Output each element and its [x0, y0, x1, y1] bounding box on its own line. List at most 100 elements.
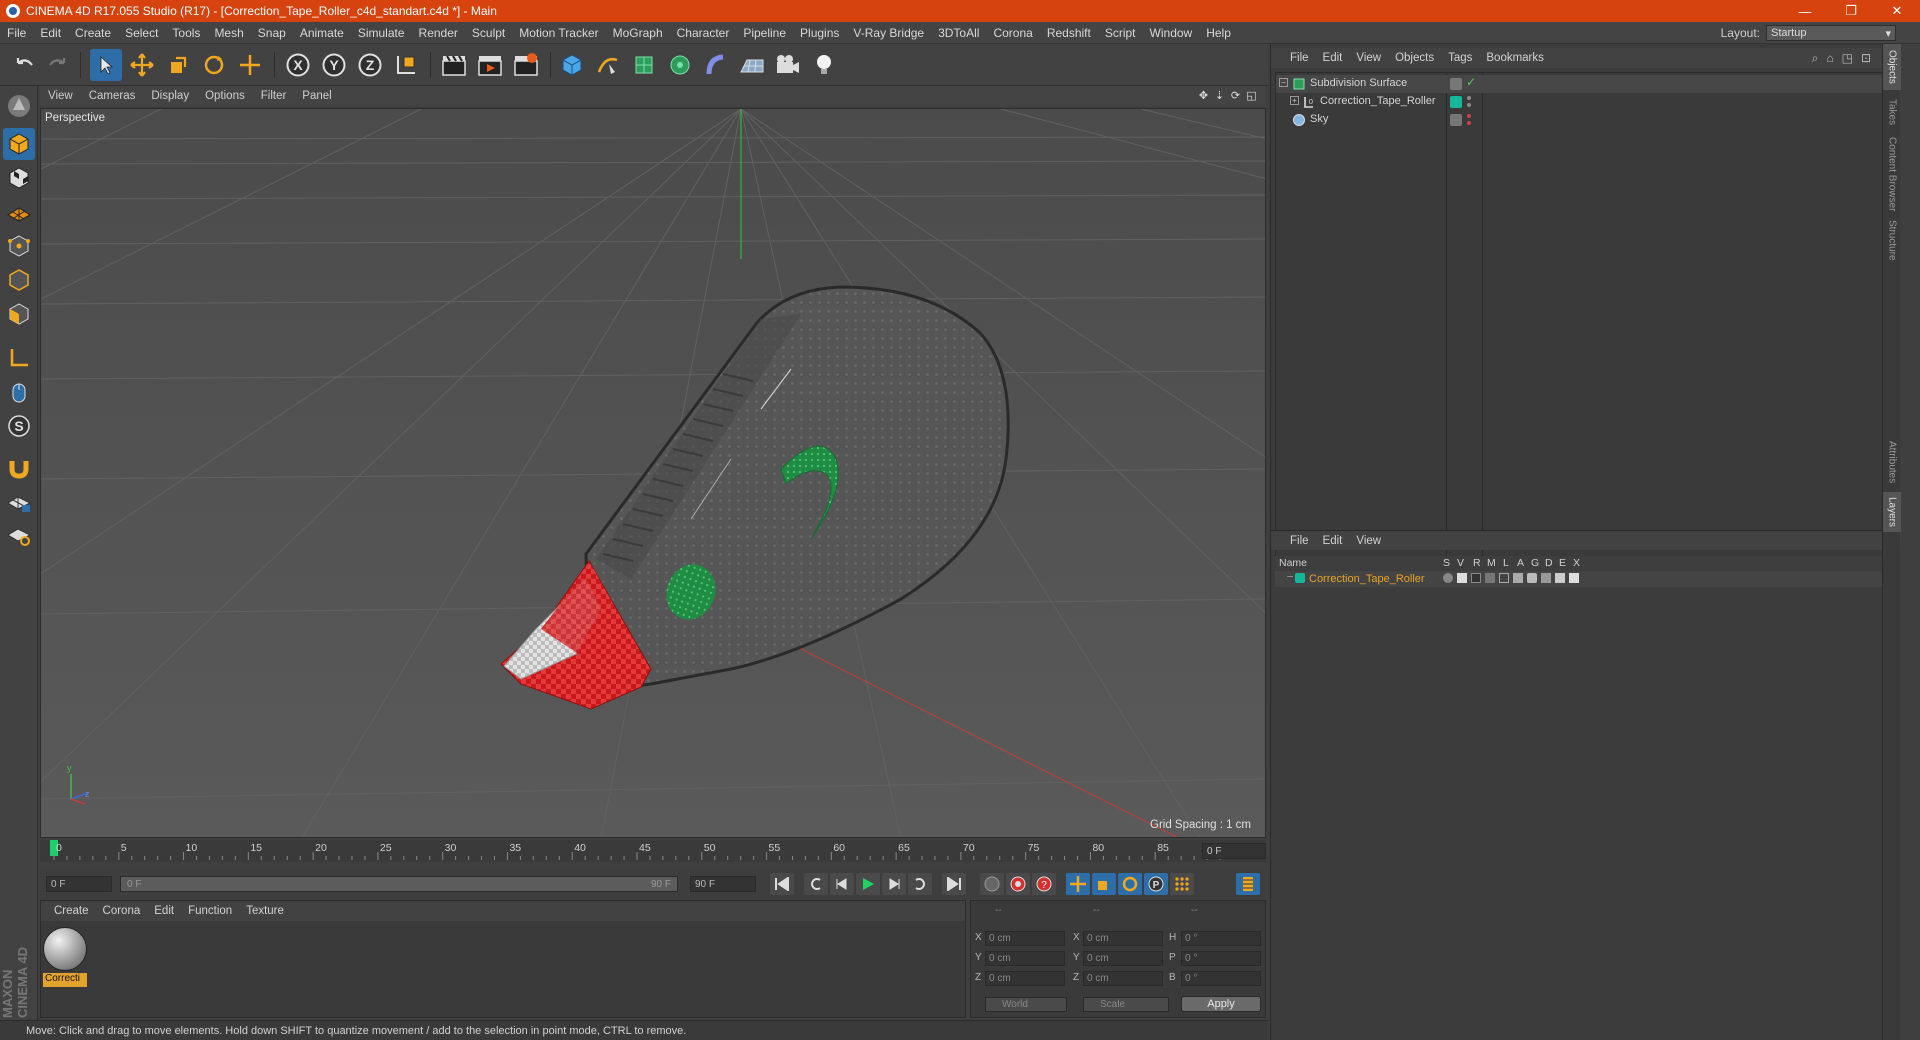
material-name-label[interactable]: Correcti	[43, 973, 87, 987]
object-menu-tags[interactable]: Tags	[1441, 52, 1479, 64]
viewport-menu-display[interactable]: Display	[143, 90, 197, 102]
menu-help[interactable]: Help	[1199, 26, 1238, 40]
layer-name[interactable]: Correction_Tape_Roller	[1309, 573, 1425, 585]
size-x-field[interactable]: 0 cm	[1083, 931, 1163, 946]
previous-frame-button[interactable]	[830, 873, 854, 895]
cloner-button[interactable]	[664, 49, 696, 81]
menu-character[interactable]: Character	[670, 26, 737, 40]
key-rotation-toggle[interactable]	[1118, 873, 1142, 895]
deformer-icon[interactable]	[1541, 573, 1551, 583]
layer-color-swatch[interactable]	[1295, 573, 1305, 583]
pan-icon[interactable]: ✥	[1197, 89, 1210, 102]
render-to-picture-viewer-button[interactable]	[474, 49, 506, 81]
workplane-mode-button[interactable]	[3, 196, 35, 228]
menu-mograph[interactable]: MoGraph	[606, 26, 670, 40]
menu-vray-bridge[interactable]: V-Ray Bridge	[846, 26, 931, 40]
position-z-field[interactable]: 0 cm	[985, 971, 1065, 986]
scale-tool-button[interactable]	[162, 49, 194, 81]
points-mode-button[interactable]	[3, 230, 35, 262]
play-button[interactable]	[856, 873, 880, 895]
layer-color-tag[interactable]	[1450, 96, 1462, 108]
floor-button[interactable]	[736, 49, 768, 81]
viewport-menu-options[interactable]: Options	[197, 90, 253, 102]
locked-workplane-button[interactable]	[3, 486, 35, 518]
go-to-start-button[interactable]	[770, 873, 794, 895]
tab-content-browser[interactable]: Content Browser	[1883, 134, 1901, 214]
polygons-mode-button[interactable]	[3, 298, 35, 330]
maximize-viewport-icon[interactable]: ◱	[1245, 89, 1258, 102]
position-y-field[interactable]: 0 cm	[985, 951, 1065, 966]
perspective-viewport[interactable]: y z Perspective Grid Spacing : 1 cm	[40, 108, 1266, 838]
material-thumbnail[interactable]	[43, 927, 87, 971]
layout-dropdown[interactable]: Startup ▾	[1766, 25, 1896, 41]
record-keys-toggle[interactable]	[980, 873, 1004, 895]
magnet-button[interactable]	[3, 452, 35, 484]
x-axis-lock-button[interactable]: X	[282, 49, 314, 81]
zoom-icon[interactable]: ⇣	[1213, 89, 1226, 102]
object-menu-objects[interactable]: Objects	[1388, 52, 1441, 64]
menu-select[interactable]: Select	[118, 26, 165, 40]
home-icon[interactable]: ⌂	[1826, 51, 1833, 66]
menu-edit[interactable]: Edit	[33, 26, 68, 40]
menu-corona[interactable]: Corona	[986, 26, 1039, 40]
maximize-icon[interactable]: ⊡	[1861, 51, 1871, 66]
object-row-sky[interactable]: Sky	[1276, 111, 1896, 129]
key-point-level-toggle[interactable]	[1170, 873, 1194, 895]
material-menu-function[interactable]: Function	[181, 905, 239, 917]
pen-spline-button[interactable]	[592, 49, 624, 81]
object-row-subdivision-surface[interactable]: − Subdivision Surface ✓	[1276, 75, 1896, 93]
coordinate-system-button[interactable]	[390, 49, 422, 81]
render-settings-button[interactable]	[510, 49, 542, 81]
search-icon[interactable]: ⌕	[1812, 51, 1819, 66]
menu-plugins[interactable]: Plugins	[793, 26, 846, 40]
timeline-window-button[interactable]	[1236, 873, 1260, 895]
live-selection-button[interactable]	[90, 49, 122, 81]
animation-icon[interactable]	[1513, 573, 1523, 583]
viewport-menu-view[interactable]: View	[40, 90, 81, 102]
y-axis-lock-button[interactable]: Y	[318, 49, 350, 81]
layer-toggle[interactable]	[1450, 114, 1462, 126]
layer-menu-file[interactable]: File	[1283, 535, 1316, 547]
tab-layers[interactable]: Layers	[1883, 492, 1901, 532]
expand-icon[interactable]: +	[1290, 96, 1299, 105]
enabled-check-icon[interactable]: ✓	[1466, 75, 1476, 89]
object-menu-bookmarks[interactable]: Bookmarks	[1479, 52, 1551, 64]
rotation-b-field[interactable]: 0 °	[1181, 971, 1261, 986]
eye-icon[interactable]	[1457, 573, 1467, 583]
undo-button[interactable]	[8, 49, 40, 81]
viewport-menu-cameras[interactable]: Cameras	[81, 90, 144, 102]
material-menu-edit[interactable]: Edit	[147, 905, 181, 917]
object-menu-view[interactable]: View	[1349, 52, 1388, 64]
key-parameter-toggle[interactable]: P	[1144, 873, 1168, 895]
menu-create[interactable]: Create	[68, 26, 118, 40]
start-frame-field[interactable]: 0 F	[46, 876, 112, 892]
orbit-icon[interactable]: ⟳	[1229, 89, 1242, 102]
planar-workplane-button[interactable]	[3, 518, 35, 550]
menu-render[interactable]: Render	[412, 26, 465, 40]
texture-mode-button[interactable]	[3, 162, 35, 194]
minimize-button[interactable]: —	[1782, 0, 1828, 22]
subdivision-surface-button[interactable]	[628, 49, 660, 81]
rotation-h-field[interactable]: 0 °	[1181, 931, 1261, 946]
key-scale-toggle[interactable]	[1092, 873, 1116, 895]
menu-simulate[interactable]: Simulate	[351, 26, 412, 40]
redo-button[interactable]	[42, 49, 74, 81]
render-view-button[interactable]	[438, 49, 470, 81]
new-window-icon[interactable]: ◳	[1842, 51, 1853, 66]
go-to-end-button[interactable]	[942, 873, 966, 895]
viewport-menu-panel[interactable]: Panel	[294, 90, 339, 102]
material-menu-create[interactable]: Create	[47, 905, 96, 917]
menu-window[interactable]: Window	[1143, 26, 1200, 40]
menu-motion-tracker[interactable]: Motion Tracker	[512, 26, 605, 40]
collapse-icon[interactable]: −	[1279, 78, 1288, 87]
z-axis-lock-button[interactable]: Z	[354, 49, 386, 81]
record-active-objects-button[interactable]	[1006, 873, 1030, 895]
next-key-button[interactable]	[908, 873, 932, 895]
layer-menu-edit[interactable]: Edit	[1316, 535, 1350, 547]
key-position-toggle[interactable]	[1066, 873, 1090, 895]
rotate-tool-button[interactable]	[198, 49, 230, 81]
visibility-dots[interactable]	[1466, 113, 1472, 127]
tab-objects[interactable]: Objects	[1883, 44, 1901, 90]
menu-pipeline[interactable]: Pipeline	[736, 26, 793, 40]
viewport-menu-filter[interactable]: Filter	[253, 90, 295, 102]
